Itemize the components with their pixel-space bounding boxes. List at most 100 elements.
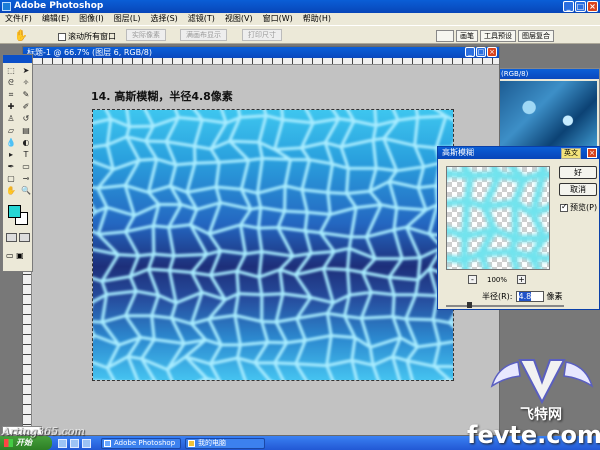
document-canvas-area: 14. 高斯模糊，半径4.8像素 [33, 66, 499, 435]
lasso-tool-icon[interactable]: ᘓ [4, 77, 18, 88]
dialog-close-button[interactable]: × [587, 148, 597, 158]
crop-tool-icon[interactable]: ⌗ [4, 89, 18, 100]
menu-help[interactable]: 帮助(H) [298, 13, 336, 25]
notes-tool-icon[interactable]: ▢ [4, 173, 18, 184]
canvas-selection[interactable] [92, 109, 454, 381]
radius-label: 半径(R): [482, 292, 513, 301]
zoom-tool-icon[interactable]: 🔍 [19, 185, 33, 196]
scroll-all-windows-option[interactable]: 滚动所有窗口 [58, 31, 116, 42]
menu-view[interactable]: 视图(V) [220, 13, 258, 25]
folder-icon [188, 439, 195, 447]
menu-image[interactable]: 图像(I) [74, 13, 109, 25]
path-select-icon[interactable]: ▸ [4, 149, 18, 160]
desktop-icon[interactable] [70, 438, 79, 448]
fevte-logo-icon [490, 359, 594, 405]
preview-checkbox[interactable] [560, 202, 568, 212]
doc-minimize-button[interactable]: _ [465, 47, 475, 57]
palette-tab-layer-comps[interactable]: 图层复合 [518, 30, 554, 42]
doc-maximize-button[interactable]: □ [476, 47, 486, 57]
start-button[interactable]: 开始 [0, 436, 52, 450]
standard-mode-icon[interactable] [6, 233, 17, 242]
navigator-thumbnail[interactable] [500, 81, 597, 147]
shape-tool-icon[interactable]: ▭ [19, 161, 33, 172]
pen-tool-icon[interactable]: ✒ [4, 161, 18, 172]
watermark-left: Arting365.com [2, 425, 85, 438]
step-label: 14. 高斯模糊，半径4.8像素 [91, 90, 233, 103]
preview-option[interactable]: 预览(P) [560, 202, 597, 213]
minimize-button[interactable]: _ [563, 1, 574, 12]
move-tool-icon[interactable]: ➤ [19, 65, 33, 76]
scroll-all-label: 滚动所有窗口 [68, 32, 116, 41]
fullscreen-mode-icon[interactable]: ▣ [16, 251, 24, 260]
menu-file[interactable]: 文件(F) [0, 13, 37, 25]
radius-value: 4.8 [518, 292, 532, 301]
menu-edit[interactable]: 编辑(E) [37, 13, 74, 25]
eyedropper-tool-icon[interactable]: ⊸ [19, 173, 33, 184]
task-label: Adobe Photoshop [114, 438, 176, 447]
scroll-all-checkbox[interactable] [58, 32, 66, 41]
fit-screen-button[interactable]: 满画布显示 [180, 29, 227, 41]
menu-filter[interactable]: 滤镜(T) [183, 13, 220, 25]
radius-slider-thumb[interactable] [467, 302, 473, 308]
photoshop-icon [104, 439, 111, 447]
palette-tab-tool-presets[interactable]: 工具预设 [480, 30, 516, 42]
ok-button[interactable]: 好 [559, 166, 597, 179]
radius-slider[interactable] [446, 302, 564, 308]
gaussian-blur-dialog: 高斯模糊 英文 × 好 取消 预览(P) - 100% + 半径(R): 4.8… [437, 146, 600, 310]
hand-tool-icon[interactable]: ✋ [14, 29, 28, 42]
stamp-tool-icon[interactable]: ♙ [4, 113, 18, 124]
preview-zoom-row: - 100% + [468, 275, 527, 284]
windows-logo-icon [4, 439, 13, 447]
actual-pixels-button[interactable]: 实际像素 [126, 29, 166, 41]
stained-glass-pattern [93, 110, 453, 380]
menu-window[interactable]: 窗口(W) [258, 13, 298, 25]
palette-tab-brushes[interactable]: 画笔 [456, 30, 478, 42]
close-button[interactable]: × [587, 1, 598, 12]
gradient-tool-icon[interactable]: ▤ [19, 125, 33, 136]
history-brush-icon[interactable]: ↺ [19, 113, 33, 124]
zoom-in-button[interactable]: + [517, 275, 527, 284]
foreground-color-swatch[interactable] [8, 205, 21, 218]
blur-tool-icon[interactable]: 💧 [4, 137, 18, 148]
screen-mode-icon[interactable]: ▭ [6, 251, 14, 260]
navigator-title: (RGB/8) [498, 69, 599, 79]
quick-mask-icon[interactable] [19, 233, 30, 242]
dodge-tool-icon[interactable]: ◐ [19, 137, 33, 148]
navigator-palette: (RGB/8) [497, 68, 600, 150]
radius-input[interactable]: 4.8 [515, 291, 544, 302]
document-titlebar: 标题-1 @ 66.7% (图层 6, RGB/8) _ □ × [23, 47, 499, 58]
task-photoshop[interactable]: Adobe Photoshop [101, 437, 181, 449]
brush-tool-icon[interactable]: ✐ [19, 101, 33, 112]
document-window-controls: _ □ × [465, 47, 497, 57]
maximize-button[interactable]: □ [575, 1, 586, 12]
print-size-button[interactable]: 打印尺寸 [242, 29, 282, 41]
doc-close-button[interactable]: × [487, 47, 497, 57]
mask-modes [6, 233, 30, 242]
magic-wand-tool-icon[interactable]: ✧ [19, 77, 33, 88]
marquee-tool-icon[interactable]: ⬚ [4, 65, 18, 76]
ie-icon[interactable] [58, 438, 67, 448]
tool-grid: ⬚ ➤ ᘓ ✧ ⌗ ✎ ✚ ✐ ♙ ↺ ▱ ▤ 💧 ◐ ▸ T ✒ ▭ ▢ ⊸ … [3, 63, 32, 198]
hand-tool-icon-box[interactable]: ✋ [4, 185, 18, 196]
document-title: 标题-1 @ 66.7% (图层 6, RGB/8) [27, 48, 153, 57]
eraser-tool-icon[interactable]: ▱ [4, 125, 18, 136]
cancel-button[interactable]: 取消 [559, 183, 597, 196]
task-my-computer[interactable]: 我的电脑 [185, 437, 265, 449]
app-titlebar: Adobe Photoshop _ □ × [0, 0, 600, 13]
healing-tool-icon[interactable]: ✚ [4, 101, 18, 112]
zoom-out-button[interactable]: - [468, 275, 477, 284]
type-tool-icon[interactable]: T [19, 149, 33, 160]
palette-tab-blank[interactable] [436, 30, 454, 42]
document-window: 标题-1 @ 66.7% (图层 6, RGB/8) _ □ × 14. 高斯模… [22, 46, 500, 436]
slice-tool-icon[interactable]: ✎ [19, 89, 33, 100]
menu-select[interactable]: 选择(S) [145, 13, 182, 25]
watermark-en: fevte.com [467, 421, 600, 449]
media-icon[interactable] [82, 438, 91, 448]
horizontal-ruler[interactable] [32, 58, 499, 65]
options-bar: ✋ 滚动所有窗口 实际像素 满画布显示 打印尺寸 画笔 工具预设 图层复合 [0, 25, 600, 44]
radius-row: 半径(R): 4.8 像素 [482, 291, 563, 302]
filter-preview[interactable] [446, 166, 550, 270]
app-title: Adobe Photoshop [14, 1, 104, 11]
canvas-image[interactable] [93, 110, 453, 380]
menu-layer[interactable]: 图层(L) [109, 13, 146, 25]
